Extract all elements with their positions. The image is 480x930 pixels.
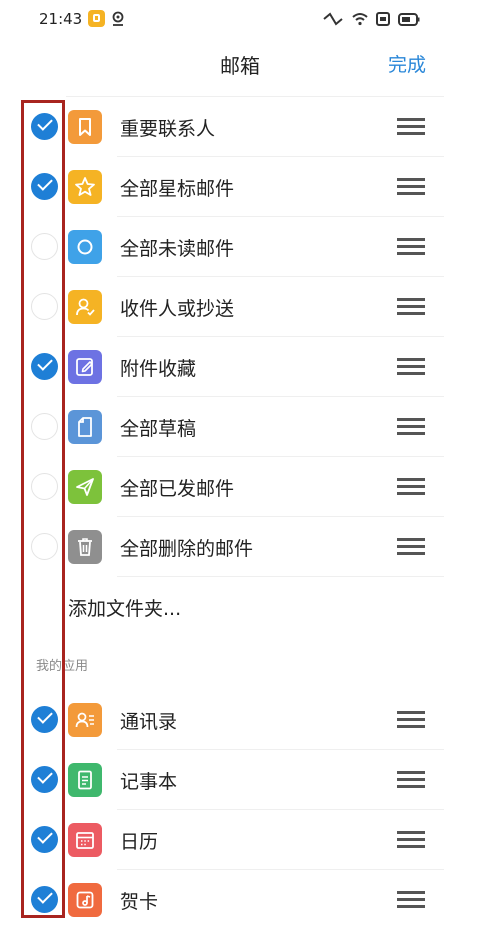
location-icon <box>110 10 126 27</box>
card-icon <box>68 883 102 917</box>
drag-handle-icon[interactable] <box>397 710 425 729</box>
list-item-label: 通讯录 <box>120 711 178 733</box>
checkbox-checked[interactable] <box>31 826 58 853</box>
drag-handle-icon[interactable] <box>397 890 425 909</box>
done-button[interactable]: 完成 <box>388 50 426 77</box>
checkbox-unchecked[interactable] <box>31 293 58 320</box>
list-item-important-contacts[interactable]: 重要联系人 <box>0 97 480 157</box>
checkbox-unchecked[interactable] <box>31 413 58 440</box>
drag-handle-icon[interactable] <box>397 357 425 376</box>
list-item-starred[interactable]: 全部星标邮件 <box>0 157 480 217</box>
contacts-icon <box>68 703 102 737</box>
list-item-label: 日历 <box>120 831 159 853</box>
battery-icon <box>398 12 420 26</box>
list-item-label: 贺卡 <box>120 891 159 913</box>
drag-handle-icon[interactable] <box>397 477 425 496</box>
checkbox-checked[interactable] <box>31 886 58 913</box>
star-icon <box>68 170 102 204</box>
circle-icon <box>68 230 102 264</box>
drag-handle-icon[interactable] <box>397 417 425 436</box>
add-folder-button[interactable]: 添加文件夹... <box>68 594 181 621</box>
divider <box>117 576 444 577</box>
list-item-label: 全部删除的邮件 <box>120 538 254 560</box>
checkbox-checked[interactable] <box>31 706 58 733</box>
checkbox-checked[interactable] <box>31 766 58 793</box>
bookmark-icon <box>68 110 102 144</box>
list-item-label: 全部未读邮件 <box>120 238 235 260</box>
status-bar: 21:43 <box>0 0 480 40</box>
list-item-label: 全部已发邮件 <box>120 478 235 500</box>
drag-handle-icon[interactable] <box>397 537 425 556</box>
list-item-attachments[interactable]: 附件收藏 <box>0 337 480 397</box>
list-item-drafts[interactable]: 全部草稿 <box>0 397 480 457</box>
send-icon <box>68 470 102 504</box>
drag-handle-icon[interactable] <box>397 177 425 196</box>
list-item-contacts[interactable]: 通讯录 <box>0 690 480 750</box>
sim-icon <box>376 12 390 26</box>
notepad-icon <box>68 763 102 797</box>
drag-handle-icon[interactable] <box>397 117 425 136</box>
list-item-label: 重要联系人 <box>120 118 216 140</box>
list-item-deleted[interactable]: 全部删除的邮件 <box>0 517 480 577</box>
checkbox-checked[interactable] <box>31 353 58 380</box>
status-icons <box>322 9 420 29</box>
list-item-label: 附件收藏 <box>120 358 197 380</box>
document-icon <box>68 410 102 444</box>
list-item-greeting-card[interactable]: 贺卡 <box>0 870 480 930</box>
drag-handle-icon[interactable] <box>397 770 425 789</box>
list-item-sent[interactable]: 全部已发邮件 <box>0 457 480 517</box>
checkbox-unchecked[interactable] <box>31 533 58 560</box>
list-item-label: 全部星标邮件 <box>120 178 235 200</box>
list-item-label: 收件人或抄送 <box>120 298 235 320</box>
checkbox-unchecked[interactable] <box>31 233 58 260</box>
list-item-notepad[interactable]: 记事本 <box>0 750 480 810</box>
trash-icon <box>68 530 102 564</box>
app-notification-icon <box>88 10 105 27</box>
list-item-calendar[interactable]: 日历 <box>0 810 480 870</box>
list-item-label: 记事本 <box>120 771 178 793</box>
edit-icon <box>68 350 102 384</box>
status-time: 21:43 <box>39 10 83 28</box>
section-title-my-apps: 我的应用 <box>36 655 89 674</box>
checkbox-checked[interactable] <box>31 173 58 200</box>
checkbox-unchecked[interactable] <box>31 473 58 500</box>
drag-handle-icon[interactable] <box>397 237 425 256</box>
wifi-icon <box>352 12 368 26</box>
list-item-label: 全部草稿 <box>120 418 197 440</box>
drag-handle-icon[interactable] <box>397 830 425 849</box>
list-item-unread[interactable]: 全部未读邮件 <box>0 217 480 277</box>
checkbox-checked[interactable] <box>31 113 58 140</box>
list-item-to-cc[interactable]: 收件人或抄送 <box>0 277 480 337</box>
person-icon <box>68 290 102 324</box>
drag-handle-icon[interactable] <box>397 297 425 316</box>
nfc-icon <box>322 11 344 27</box>
calendar-icon <box>68 823 102 857</box>
